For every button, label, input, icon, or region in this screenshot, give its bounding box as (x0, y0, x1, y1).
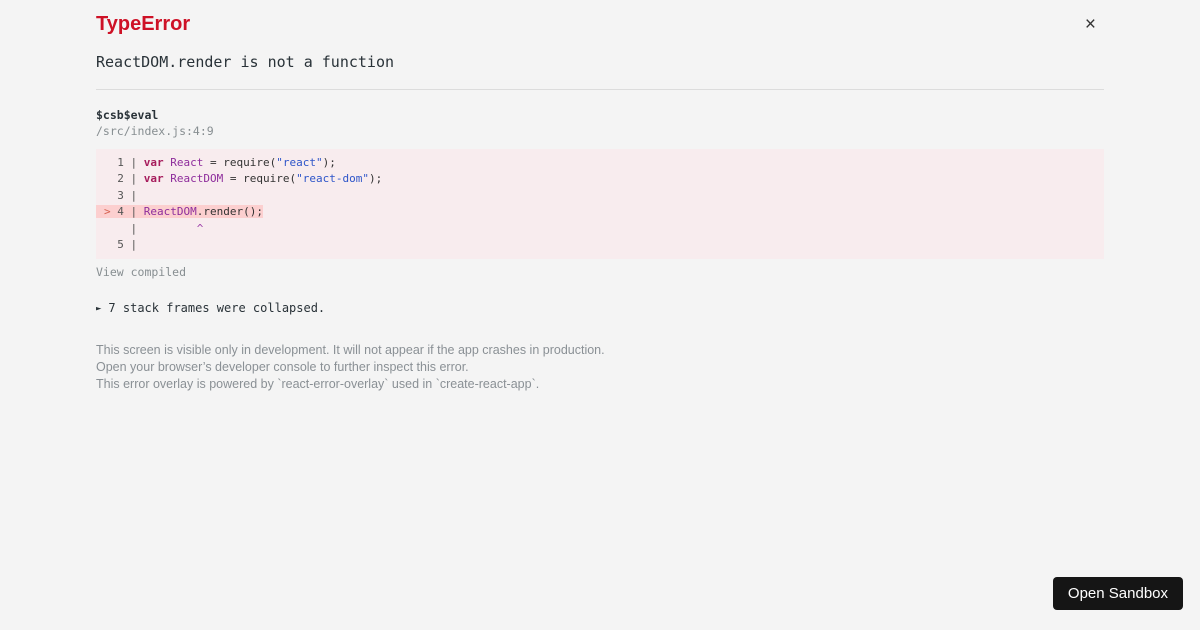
note-line: This screen is visible only in developme… (96, 343, 605, 358)
expand-arrow-icon: ► (96, 304, 102, 315)
close-icon[interactable]: × (1085, 15, 1096, 34)
frame-function-name: $csb$eval (96, 108, 159, 122)
open-sandbox-button[interactable]: Open Sandbox (1052, 577, 1183, 610)
code-line: 5 | (104, 238, 144, 252)
code-line: 3 | (104, 188, 144, 202)
stack-frames-toggle[interactable]: ► 7 stack frames were collapsed. (96, 301, 1104, 316)
page: { "page": { "background": "#f4f4f4" }, "… (0, 0, 1200, 630)
error-overlay: TypeError × ReactDOM.render is not a fun… (0, 0, 1200, 392)
code-line: 1 | var React = require("react"); (104, 156, 336, 169)
view-compiled-link[interactable]: View compiled (96, 266, 186, 279)
code-frame: 1 | var React = require("react"); 2 | va… (96, 149, 1104, 260)
frame-location: /src/index.js:4:9 (96, 124, 214, 138)
note-line: This error overlay is powered by `react-… (96, 376, 540, 391)
header-row: TypeError × (96, 12, 1104, 36)
code-line: 2 | var ReactDOM = require("react-dom"); (104, 172, 383, 186)
code-line: | ^ (104, 221, 204, 235)
note-line: Open your browser’s developer console to… (96, 360, 469, 375)
error-message: ReactDOM.render is not a function (96, 53, 395, 71)
stack-frames-toggle-label: 7 stack frames were collapsed. (108, 301, 326, 316)
code-line-highlighted: > 4 | ReactDOM.render(); (96, 205, 263, 219)
divider (96, 89, 1104, 90)
footer-notes: This screen is visible only in developme… (96, 342, 1104, 392)
error-title: TypeError (96, 13, 191, 35)
